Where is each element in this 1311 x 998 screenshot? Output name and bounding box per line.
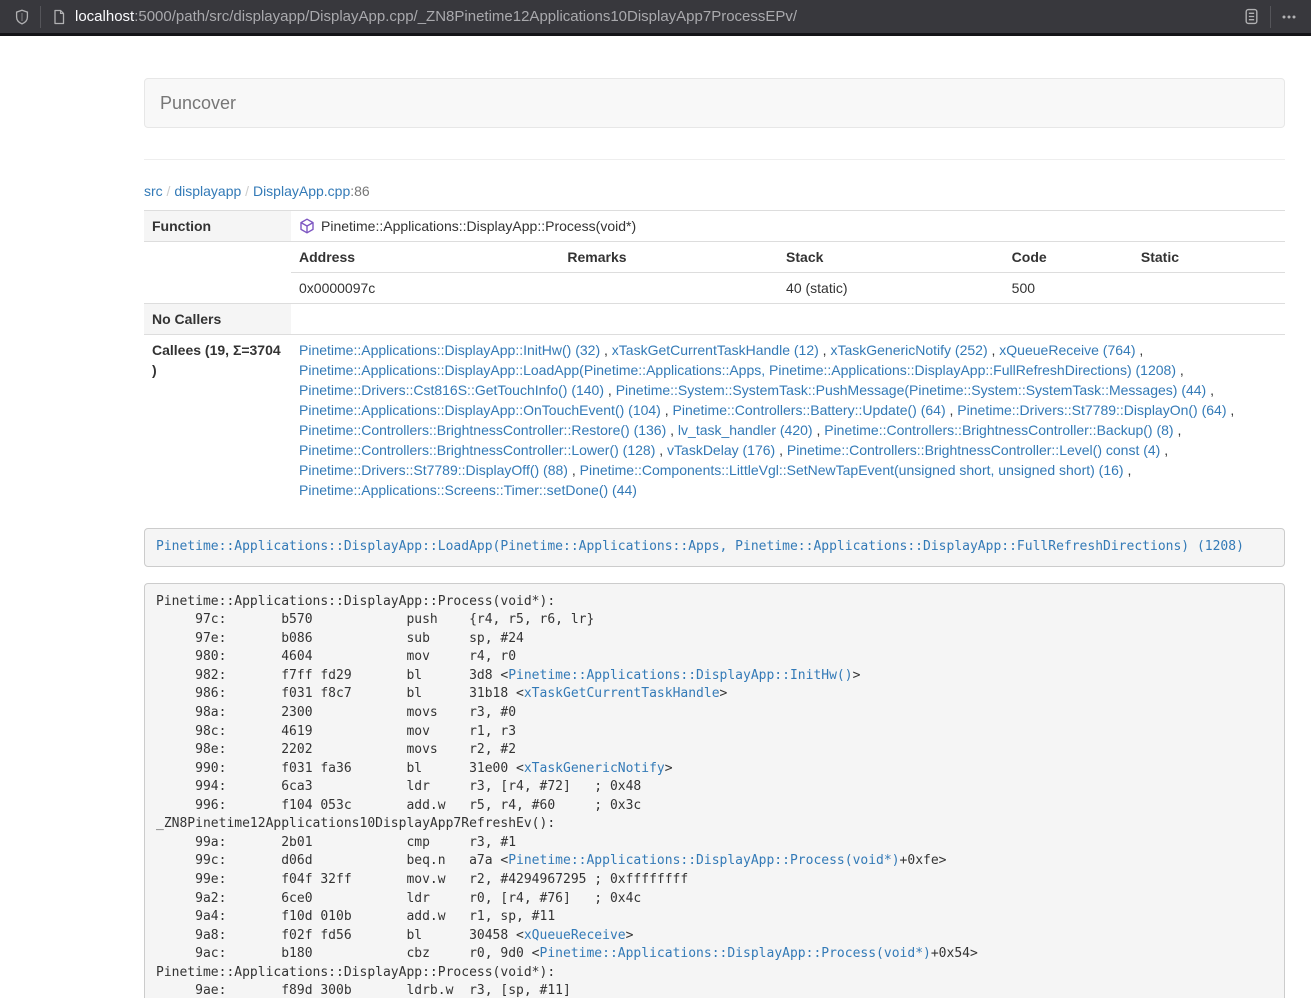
col-stack: Stack	[778, 242, 1004, 273]
col-address: Address	[291, 242, 559, 273]
address-table-header: Address Remarks Stack Code Static	[291, 242, 1285, 273]
assembly-symbol-link[interactable]: Pinetime::Applications::DisplayApp::Proc…	[508, 853, 899, 868]
breadcrumb-separator: /	[241, 183, 253, 199]
callees-label: Callees (19, Σ=3704 )	[144, 335, 291, 506]
assembly-symbol-link[interactable]: Pinetime::Applications::DisplayApp::Proc…	[540, 946, 931, 961]
reader-mode-icon[interactable]	[1243, 8, 1260, 25]
address-table: Address Remarks Stack Code Static 0x0000…	[291, 242, 1285, 303]
callee-link[interactable]: Pinetime::Drivers::St7789::DisplayOff() …	[299, 462, 568, 478]
cell-static	[1133, 273, 1285, 304]
callee-link[interactable]: Pinetime::Drivers::St7789::DisplayOn() (…	[957, 402, 1226, 418]
browser-toolbar: localhost:5000/path/src/displayapp/Displ…	[0, 0, 1311, 36]
cell-stack: 40 (static)	[778, 273, 1004, 304]
shield-icon[interactable]	[14, 9, 30, 25]
callee-link[interactable]: xTaskGetCurrentTaskHandle (12)	[612, 342, 819, 358]
divider	[144, 159, 1285, 160]
callee-link[interactable]: Pinetime::Components::LittleVgl::SetNewT…	[580, 462, 1124, 478]
cell-address: 0x0000097c	[291, 273, 559, 304]
function-label: Function	[144, 211, 291, 242]
callee-link[interactable]: Pinetime::Applications::DisplayApp::OnTo…	[299, 402, 661, 418]
loadapp-snippet-box: Pinetime::Applications::DisplayApp::Load…	[144, 528, 1285, 567]
callee-link[interactable]: Pinetime::Drivers::Cst816S::GetTouchInfo…	[299, 382, 604, 398]
assembly-symbol-link[interactable]: xTaskGenericNotify	[524, 761, 665, 776]
details-row-header	[144, 242, 291, 304]
url-host: localhost	[75, 8, 134, 25]
no-callers-label: No Callers	[144, 304, 291, 335]
navbar: Puncover	[144, 78, 1285, 128]
col-remarks: Remarks	[559, 242, 778, 273]
callee-link[interactable]: Pinetime::Controllers::BrightnessControl…	[824, 422, 1173, 438]
callees-list: Pinetime::Applications::DisplayApp::Init…	[291, 335, 1285, 506]
callee-link[interactable]: Pinetime::Controllers::BrightnessControl…	[299, 422, 666, 438]
callee-link[interactable]: Pinetime::Controllers::Battery::Update()…	[673, 402, 946, 418]
callee-link[interactable]: Pinetime::Applications::Screens::Timer::…	[299, 482, 637, 498]
details-cell: Address Remarks Stack Code Static 0x0000…	[291, 242, 1285, 304]
function-table: Function Pinetime::Applications::Display…	[144, 210, 1285, 505]
page-icon[interactable]	[51, 9, 67, 25]
callers-cell	[291, 304, 1285, 335]
brand-link[interactable]: Puncover	[145, 93, 251, 114]
toolbar-divider	[40, 6, 41, 28]
menu-dots-icon[interactable]	[1281, 9, 1297, 25]
function-name: Pinetime::Applications::DisplayApp::Proc…	[321, 218, 636, 234]
toolbar-divider	[1270, 6, 1271, 28]
breadcrumb-separator: /	[163, 183, 175, 199]
table-row-callers: No Callers	[144, 304, 1285, 335]
callee-link[interactable]: xQueueReceive (764)	[999, 342, 1135, 358]
callee-link[interactable]: Pinetime::Controllers::BrightnessControl…	[299, 442, 655, 458]
function-name-cell: Pinetime::Applications::DisplayApp::Proc…	[291, 211, 1285, 242]
callee-link[interactable]: Pinetime::System::SystemTask::PushMessag…	[616, 382, 1207, 398]
table-row-function: Function Pinetime::Applications::Display…	[144, 211, 1285, 242]
breadcrumb-link[interactable]: DisplayApp.cpp	[253, 183, 350, 199]
callee-link[interactable]: Pinetime::Applications::DisplayApp::Init…	[299, 342, 600, 358]
disassembly-box: Pinetime::Applications::DisplayApp::Proc…	[144, 583, 1285, 998]
table-row-details: Address Remarks Stack Code Static 0x0000…	[144, 242, 1285, 304]
assembly-symbol-link[interactable]: xTaskGetCurrentTaskHandle	[524, 686, 720, 701]
breadcrumb-line-number: :86	[350, 183, 369, 199]
table-row-callees: Callees (19, Σ=3704 ) Pinetime::Applicat…	[144, 335, 1285, 506]
callee-link[interactable]: lv_task_handler (420)	[678, 422, 813, 438]
cube-icon	[299, 218, 315, 234]
assembly-symbol-link[interactable]: xQueueReceive	[524, 928, 626, 943]
address-table-row: 0x0000097c 40 (static) 500	[291, 273, 1285, 304]
callee-link[interactable]: xTaskGenericNotify (252)	[830, 342, 987, 358]
page: Puncover src / displayapp / DisplayApp.c…	[0, 78, 1311, 998]
breadcrumb: src / displayapp / DisplayApp.cpp:86	[144, 181, 1285, 201]
callee-link[interactable]: Pinetime::Applications::DisplayApp::Load…	[299, 362, 1176, 378]
col-static: Static	[1133, 242, 1285, 273]
url-path: :5000/path/src/displayapp/DisplayApp.cpp…	[134, 8, 797, 25]
breadcrumb-link[interactable]: displayapp	[174, 183, 241, 199]
loadapp-link[interactable]: Pinetime::Applications::DisplayApp::Load…	[156, 539, 1244, 554]
cell-code: 500	[1004, 273, 1133, 304]
cell-remarks	[559, 273, 778, 304]
col-code: Code	[1004, 242, 1133, 273]
url-bar[interactable]: localhost:5000/path/src/displayapp/Displ…	[75, 0, 1243, 33]
assembly-symbol-link[interactable]: Pinetime::Applications::DisplayApp::Init…	[508, 668, 852, 683]
callee-link[interactable]: Pinetime::Controllers::BrightnessControl…	[787, 442, 1160, 458]
callee-link[interactable]: vTaskDelay (176)	[667, 442, 775, 458]
breadcrumb-link[interactable]: src	[144, 183, 163, 199]
